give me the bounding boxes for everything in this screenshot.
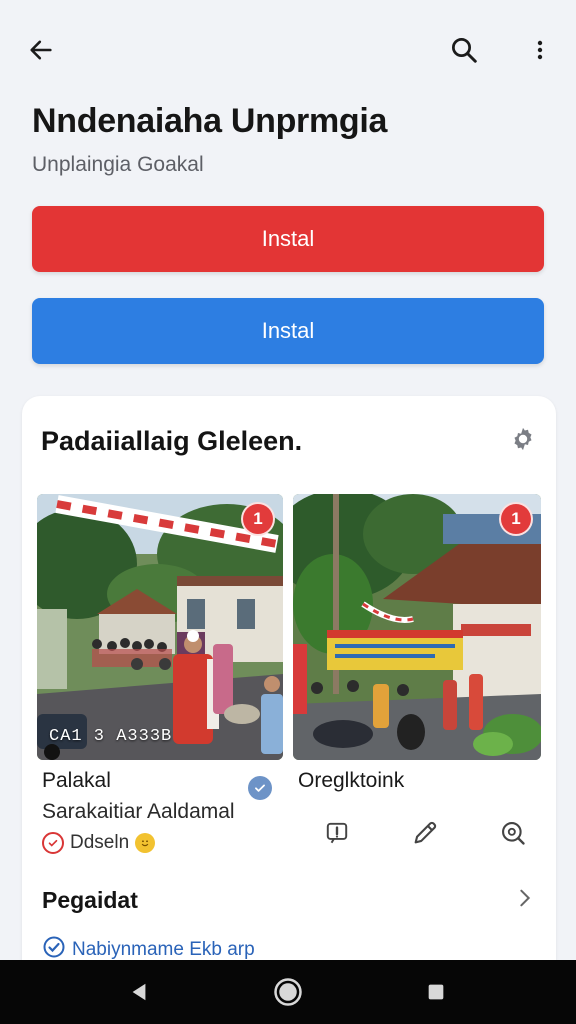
edit-pen-icon[interactable] — [406, 814, 444, 852]
chevron-right-icon[interactable] — [514, 887, 536, 914]
status-text: Ddseln — [70, 832, 130, 853]
village-banner-image — [293, 494, 541, 760]
photo-2-title: Oreglktoink — [298, 769, 405, 792]
photo-overlay-code: CA1 3 A333B — [49, 727, 173, 746]
app-developer[interactable]: Unplaingia Goakal — [32, 153, 204, 177]
app-title: Nndenaiaha Unprmgia — [32, 102, 388, 140]
photo-2-actions — [318, 814, 532, 852]
system-nav-bar — [0, 960, 576, 1024]
nav-home-icon[interactable] — [268, 972, 308, 1012]
install-button-secondary[interactable]: Instal — [32, 298, 544, 364]
top-app-bar — [0, 0, 576, 100]
report-icon[interactable] — [318, 814, 356, 852]
zoom-search-icon[interactable] — [494, 814, 532, 852]
gallery-photo-2[interactable]: 1 — [293, 494, 541, 760]
check-badge-icon — [248, 776, 272, 800]
photo-1-title: Palakal — [42, 769, 111, 792]
gear-icon[interactable] — [506, 422, 540, 456]
alert-circle-icon — [42, 832, 64, 854]
nav-back-icon[interactable] — [119, 972, 159, 1012]
more-vertical-icon[interactable] — [518, 28, 562, 72]
gallery-card: Padaiiallaig Gleleen. 1 CA1 3 A333B 1 Pa… — [22, 396, 556, 996]
photo-1-status: Ddseln — [42, 832, 156, 854]
search-icon[interactable] — [442, 28, 486, 72]
link-text[interactable]: Nabiynmame Ekb arp — [72, 939, 255, 961]
smile-emoji-icon — [135, 833, 156, 853]
arrow-left-icon[interactable] — [19, 28, 63, 72]
street-festival-image — [37, 494, 283, 760]
gallery-photo-1[interactable]: 1 CA1 3 A333B — [37, 494, 283, 760]
gallery-title: Padaiiallaig Gleleen. — [41, 426, 303, 456]
photo-badge: 1 — [499, 502, 533, 536]
install-button-primary[interactable]: Instal — [32, 206, 544, 272]
section-title: Pegaidat — [42, 886, 138, 913]
section-row[interactable]: Pegaidat — [42, 882, 536, 918]
photo-badge: 1 — [241, 502, 275, 536]
photo-1-subtitle: Sarakaitiar Aaldamal — [42, 800, 235, 823]
nav-recent-icon[interactable] — [416, 972, 456, 1012]
